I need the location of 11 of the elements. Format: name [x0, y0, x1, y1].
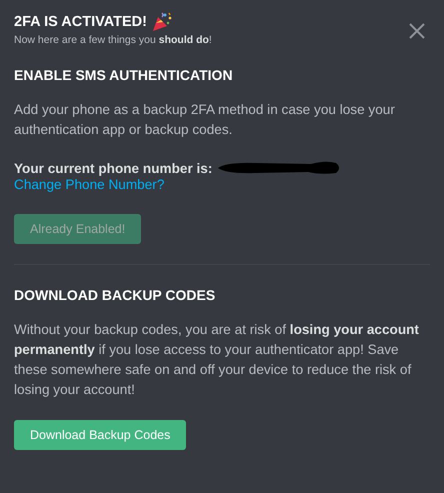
- section-description: Without your backup codes, you are at risk of losing your account permanently if you lose access to your authenticator app! Save these somewhere safe on and off your device to reduce the risk of losing your account!: [14, 321, 420, 399]
- download-button[interactable]: Download Backup Codes: [14, 420, 186, 450]
- section-heading: DOWNLOAD BACKUP CODES: [14, 287, 216, 303]
- section-description: Add your phone as a backup 2FA method in case you lose your authentication app or backup codes.: [14, 101, 396, 139]
- dialog-subtitle: Now here are a few things you should do!: [14, 34, 213, 46]
- change-phone-link[interactable]: Change Phone Number?: [14, 177, 164, 192]
- section-heading: ENABLE SMS AUTHENTICATION: [14, 67, 234, 83]
- party-popper-icon: [150, 12, 173, 32]
- phone-label: Your current phone number is:: [14, 160, 212, 176]
- close-icon[interactable]: [408, 22, 426, 40]
- dialog-title: 2FA IS ACTIVATED!: [14, 14, 147, 30]
